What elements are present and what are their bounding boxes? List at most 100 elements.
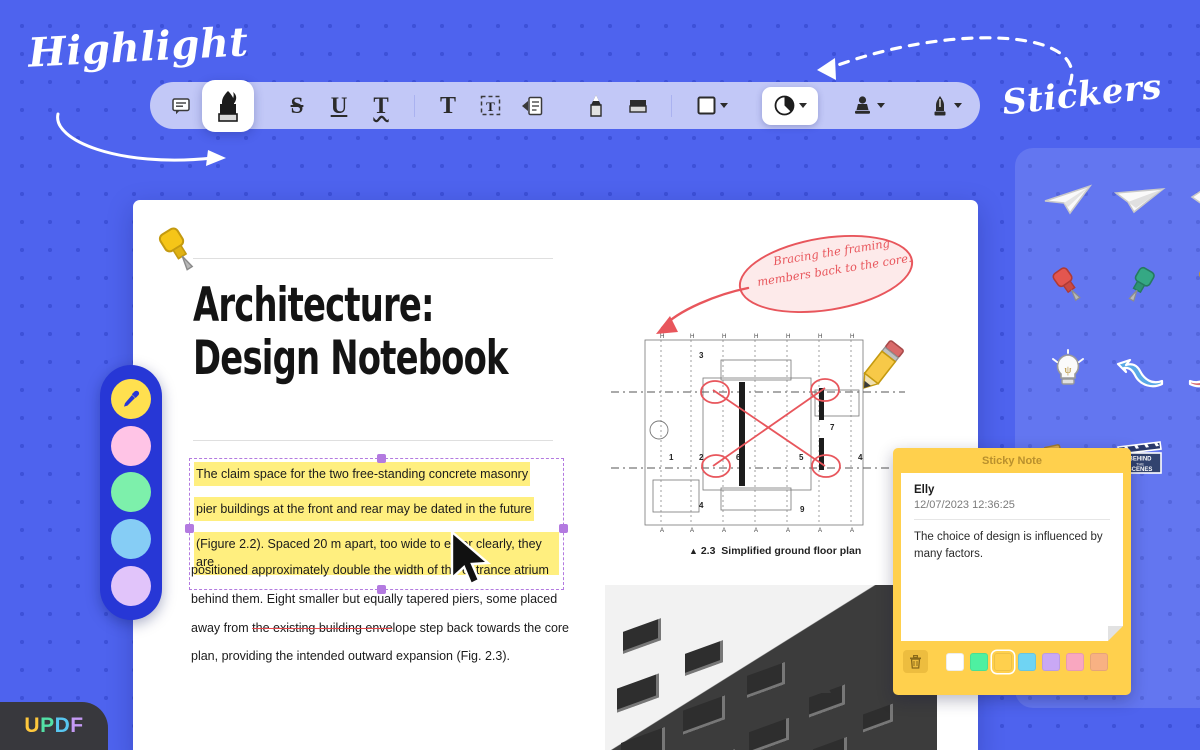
sticker-paper-plane-2[interactable] [1107, 170, 1173, 228]
page-rule-mid [193, 440, 553, 441]
toolbar-strikethrough-button[interactable]: S [276, 87, 318, 125]
note-color-blue[interactable] [1018, 653, 1036, 671]
toolbar-eraser-button[interactable] [617, 87, 659, 125]
toolbar-comment-button[interactable] [160, 87, 202, 125]
svg-text:3: 3 [699, 351, 704, 360]
sticker-icon [774, 95, 795, 116]
svg-text:4: 4 [858, 453, 863, 462]
eraser-icon [627, 95, 649, 117]
svg-text:7: 7 [830, 423, 835, 432]
squiggly-underline-icon: T [373, 94, 388, 117]
palette-swatch-pink[interactable] [111, 426, 151, 466]
note-color-white[interactable] [946, 653, 964, 671]
toolbar-highlight-button[interactable] [202, 80, 254, 132]
annotation-toolbar[interactable]: S U T T T [150, 82, 980, 129]
sticky-note-toolbar[interactable] [901, 641, 1123, 673]
logo-letter-p: P [40, 714, 55, 738]
toolbar-signature-button[interactable] [918, 87, 974, 125]
updf-logo: UPDF [0, 702, 108, 750]
svg-text:A: A [660, 528, 664, 534]
square-shape-icon [697, 96, 716, 115]
logo-letter-f: F [70, 714, 83, 738]
palette-swatch-green[interactable] [111, 472, 151, 512]
page-fold-corner [1108, 626, 1123, 641]
svg-text:T: T [486, 99, 495, 114]
page-title: Architecture: Design Notebook [193, 280, 513, 385]
svg-text:H: H [786, 334, 790, 340]
toolbar-note-button[interactable] [511, 87, 553, 125]
strikethrough-icon: S [291, 94, 304, 117]
chevron-down-icon[interactable] [954, 103, 962, 108]
delete-note-button[interactable] [903, 650, 928, 673]
comment-icon [171, 96, 191, 116]
toolbar-text-button[interactable]: T [427, 87, 469, 125]
arrow-icon [1186, 351, 1200, 391]
sticker-pushpin-green[interactable] [1107, 256, 1173, 314]
color-palette-sidebar[interactable] [100, 365, 162, 620]
chevron-down-icon[interactable] [799, 103, 807, 108]
architecture-photo[interactable] [605, 585, 937, 750]
trash-icon [909, 655, 922, 669]
toolbar-sticker-button[interactable] [762, 87, 818, 125]
palette-swatch-blue[interactable] [111, 519, 151, 559]
page-rule-top [193, 258, 553, 259]
toolbar-squiggly-button[interactable]: T [360, 87, 402, 125]
toolbar-shape-button[interactable] [684, 87, 740, 125]
sticky-note-panel[interactable]: Sticky Note Elly 12/07/2023 12:36:25 The… [893, 448, 1131, 695]
svg-text:A: A [786, 528, 790, 534]
pencil-sticker-icon[interactable] [852, 336, 910, 398]
sticker-paper-plane-1[interactable] [1035, 170, 1101, 228]
underline-icon: U [331, 94, 348, 117]
note-color-purple[interactable] [1042, 653, 1060, 671]
page-body-text: positioned approximately double the widt… [191, 556, 571, 671]
logo-letter-u: U [24, 714, 40, 738]
highlighter-icon [213, 89, 243, 123]
chevron-down-icon[interactable] [877, 103, 885, 108]
toolbar-pencil-button[interactable] [575, 87, 617, 125]
paper-crane-icon [1188, 181, 1200, 217]
sticker-pushpin-yellow[interactable] [1179, 256, 1200, 314]
callout-bubble-tail-icon [648, 280, 758, 340]
sticky-note-title: Sticky Note [901, 455, 1123, 467]
toolbar-textbox-button[interactable]: T [469, 87, 511, 125]
palette-swatch-purple[interactable] [111, 566, 151, 606]
text-box-icon: T [479, 94, 502, 117]
pushpin-icon [1118, 264, 1162, 306]
lightbulb-icon: ψ [1048, 349, 1088, 393]
highlight-line-2: pier buildings at the front and rear may… [194, 497, 534, 521]
selection-handle-top[interactable] [377, 454, 386, 463]
sticker-lightbulb[interactable]: ψ [1035, 342, 1101, 400]
svg-text:A: A [754, 528, 758, 534]
sticky-note-content[interactable]: The choice of design is influenced by ma… [914, 529, 1110, 562]
figure-caption: ▲ 2.3 Simplified ground floor plan [689, 545, 861, 557]
pushpin-sticker-icon[interactable] [150, 222, 208, 278]
selection-handle-left[interactable] [185, 524, 194, 533]
sticker-arrow-blue[interactable] [1107, 342, 1173, 400]
chevron-down-icon[interactable] [720, 103, 728, 108]
sticker-bookmark[interactable] [1179, 428, 1200, 486]
palette-swatch-eyedropper[interactable] [111, 379, 151, 419]
pushpin-icon [1046, 264, 1090, 306]
sticky-note-body[interactable]: Elly 12/07/2023 12:36:25 The choice of d… [901, 473, 1123, 641]
sticky-note-date: 12/07/2023 12:36:25 [914, 499, 1110, 520]
svg-text:A: A [690, 528, 694, 534]
sticker-paper-crane[interactable] [1179, 170, 1200, 228]
toolbar-underline-button[interactable]: U [318, 87, 360, 125]
clapper-line-3: SCENES [1128, 467, 1153, 473]
note-color-pink[interactable] [1066, 653, 1084, 671]
toolbar-stamp-button[interactable] [840, 87, 896, 125]
sticker-arrow-red[interactable] [1179, 342, 1200, 400]
caption-marker-icon: ▲ [689, 546, 698, 556]
highlight-line-1: The claim space for the two free-standin… [194, 462, 530, 486]
note-color-green[interactable] [970, 653, 988, 671]
photo-roof-shape [783, 647, 831, 693]
pushpin-icon [1190, 264, 1200, 306]
sticky-note-author: Elly [914, 484, 1110, 496]
note-color-yellow[interactable] [994, 653, 1012, 671]
sticker-pushpin-red[interactable] [1035, 256, 1101, 314]
note-color-orange[interactable] [1090, 653, 1108, 671]
paper-plane-icon [1114, 181, 1166, 217]
caption-text: Simplified ground floor plan [721, 545, 861, 557]
selection-handle-right[interactable] [559, 524, 568, 533]
signature-pen-icon [930, 95, 950, 117]
